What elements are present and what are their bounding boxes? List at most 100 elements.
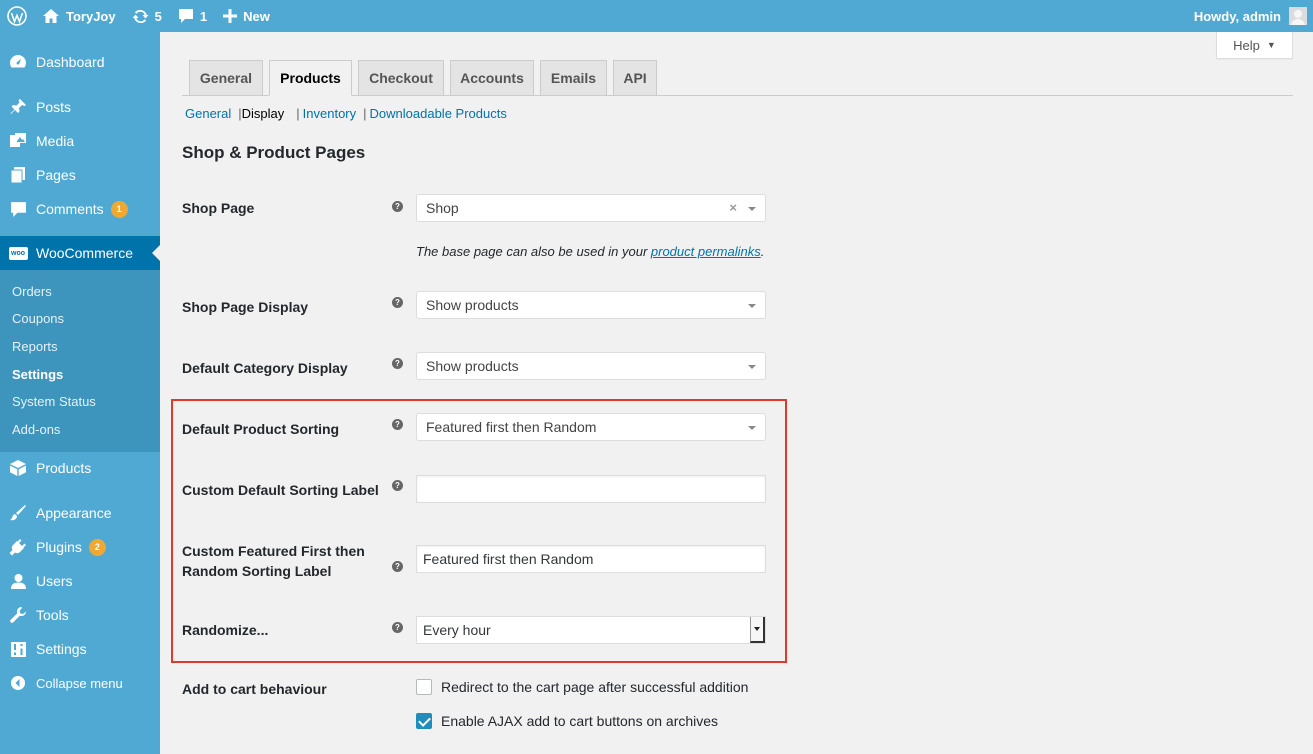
default-product-sorting-select[interactable]: Featured first then Random	[416, 413, 766, 441]
randomize-value: Every hour	[423, 622, 491, 638]
sidebar-item-label: Collapse menu	[36, 675, 123, 691]
plugins-badge: 2	[88, 538, 106, 556]
dashboard-icon	[0, 53, 36, 71]
tab-accounts[interactable]: Accounts	[450, 60, 534, 96]
sidebar-item-label: Appearance	[36, 505, 112, 521]
randomize-label: Randomize...	[182, 622, 269, 638]
woocommerce-icon: woo	[8, 246, 28, 260]
admin-bar: ToryJoy 5 1 New Howdy, admin	[0, 0, 1313, 32]
default-category-display-label: Default Category Display	[182, 360, 348, 376]
sidebar-item-label: WooCommerce	[36, 245, 133, 261]
submenu-item-reports[interactable]: Reports	[12, 339, 58, 354]
sidebar-item-label: Settings	[36, 641, 87, 657]
default-product-sorting-value: Featured first then Random	[426, 419, 597, 435]
shop-page-display-value: Show products	[426, 297, 519, 313]
custom-featured-label-input[interactable]	[416, 545, 766, 573]
custom-default-sorting-label-input[interactable]	[416, 475, 766, 503]
subtab-general[interactable]: General	[185, 106, 231, 121]
updates-link[interactable]: 5	[124, 0, 170, 32]
submenu-item-orders[interactable]: Orders	[12, 284, 52, 299]
wrench-icon	[0, 606, 36, 624]
sidebar-item-media[interactable]: Media	[0, 124, 160, 158]
submenu-item-coupons[interactable]: Coupons	[12, 311, 64, 326]
randomize-select[interactable]: Every hour	[416, 616, 766, 644]
help-tip-icon[interactable]: ?	[392, 201, 403, 212]
shop-page-select[interactable]: Shop ×	[416, 194, 766, 222]
help-tip-icon[interactable]: ?	[392, 297, 403, 308]
brush-icon	[0, 504, 36, 522]
site-name-link[interactable]: ToryJoy	[34, 0, 124, 32]
comment-icon	[0, 201, 36, 218]
add-to-cart-label: Add to cart behaviour	[182, 681, 327, 697]
ajax-option: Enable AJAX add to cart buttons on archi…	[416, 713, 718, 729]
dropdown-arrow-icon	[750, 617, 765, 643]
sidebar-item-label: Dashboard	[36, 54, 105, 70]
sidebar-item-label: Users	[36, 573, 73, 589]
collapse-icon	[0, 675, 36, 691]
submenu-item-add-ons[interactable]: Add-ons	[12, 422, 60, 437]
subtab-inventory[interactable]: Inventory	[303, 106, 356, 121]
redirect-checkbox[interactable]	[416, 679, 432, 695]
updates-icon	[132, 9, 149, 23]
shop-page-display-select[interactable]: Show products	[416, 291, 766, 319]
help-label: Help	[1233, 37, 1260, 53]
sidebar-item-settings[interactable]: Settings	[0, 632, 160, 666]
settings-icon	[0, 641, 36, 658]
tab-products[interactable]: Products	[269, 60, 352, 96]
chevron-down-icon	[748, 426, 756, 430]
sidebar-item-pages[interactable]: Pages	[0, 158, 160, 192]
help-button[interactable]: Help ▼	[1216, 32, 1293, 59]
clear-icon[interactable]: ×	[729, 200, 737, 215]
sidebar-item-label: Media	[36, 133, 75, 149]
plugin-icon	[0, 538, 36, 556]
help-tip-icon[interactable]: ?	[392, 358, 403, 369]
subtab-display: Display	[241, 106, 285, 121]
sidebar-item-woocommerce[interactable]: woo WooCommerce	[0, 236, 160, 270]
user-icon	[0, 573, 36, 590]
sidebar-item-users[interactable]: Users	[0, 564, 160, 598]
chevron-down-icon	[748, 304, 756, 308]
help-tip-icon[interactable]: ?	[392, 480, 403, 491]
section-links: General | Display | Inventory | Download…	[185, 106, 507, 121]
shop-page-value: Shop	[426, 200, 459, 216]
sidebar-item-collapse[interactable]: Collapse menu	[0, 666, 160, 700]
sidebar-item-label: Comments	[36, 201, 104, 217]
comments-count: 1	[199, 8, 208, 24]
pin-icon	[0, 98, 36, 116]
ajax-checkbox[interactable]	[416, 713, 432, 729]
default-category-display-value: Show products	[426, 358, 519, 374]
help-tip-icon[interactable]: ?	[392, 561, 403, 572]
sidebar-item-tools[interactable]: Tools	[0, 598, 160, 632]
help-tip-icon[interactable]: ?	[392, 622, 403, 633]
new-content-link[interactable]: New	[215, 0, 278, 32]
help-tip-icon[interactable]: ?	[392, 419, 403, 430]
tab-checkout[interactable]: Checkout	[358, 60, 444, 96]
redirect-option: Redirect to the cart page after successf…	[416, 679, 748, 695]
sidebar-item-comments[interactable]: Comments 1	[0, 192, 160, 226]
comments-link[interactable]: 1	[170, 0, 215, 32]
sidebar-item-label: Posts	[36, 99, 72, 115]
media-icon	[0, 132, 36, 150]
submenu-item-system-status[interactable]: System Status	[12, 394, 96, 409]
sidebar-item-posts[interactable]: Posts	[0, 90, 160, 124]
howdy-text: Howdy, admin	[1193, 8, 1281, 24]
sidebar-item-appearance[interactable]: Appearance	[0, 496, 160, 530]
submenu-item-settings[interactable]: Settings	[12, 367, 63, 382]
product-permalinks-link[interactable]: product permalinks	[651, 244, 761, 259]
custom-default-sorting-label-label: Custom Default Sorting Label	[182, 482, 379, 498]
chevron-down-icon	[748, 207, 756, 211]
tab-general[interactable]: General	[189, 60, 263, 96]
my-account-link[interactable]: Howdy, admin	[1186, 0, 1307, 32]
tab-api[interactable]: API	[613, 60, 657, 96]
sidebar-item-dashboard[interactable]: Dashboard	[0, 45, 160, 79]
home-icon	[43, 9, 59, 23]
sidebar-item-plugins[interactable]: Plugins 2	[0, 530, 160, 564]
sidebar-item-products[interactable]: Products	[0, 451, 160, 485]
tab-emails[interactable]: Emails	[540, 60, 607, 96]
wordpress-logo-icon[interactable]	[0, 0, 34, 32]
subtab-downloadable-products[interactable]: Downloadable Products	[370, 106, 507, 121]
default-category-display-select[interactable]: Show products	[416, 352, 766, 380]
pages-icon	[0, 166, 36, 184]
sidebar-item-label: Tools	[36, 607, 69, 623]
sidebar-item-label: Products	[36, 460, 92, 476]
